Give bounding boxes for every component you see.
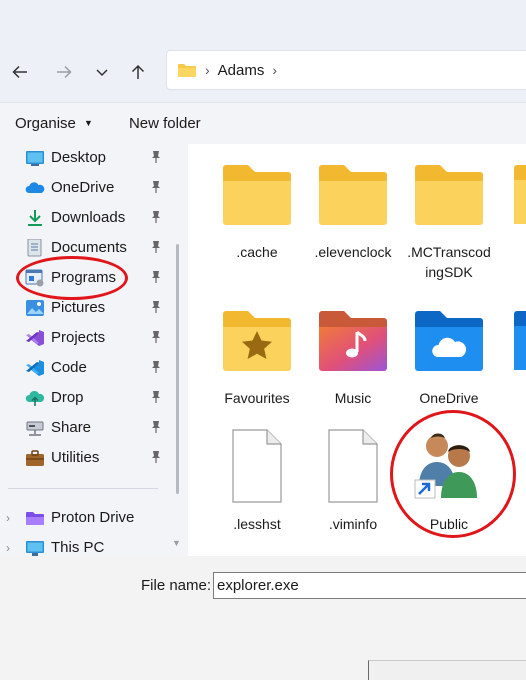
nav-item-this-pc[interactable]: › This PC — [0, 534, 170, 556]
documents-icon — [27, 239, 42, 257]
download-icon — [28, 210, 42, 226]
folder-icon — [223, 165, 291, 225]
breadcrumb-chevron-icon[interactable]: › — [272, 62, 277, 78]
nav-item-drop[interactable]: Drop — [0, 384, 170, 412]
file-name: OneDrive — [419, 390, 479, 406]
nav-label: Drop — [51, 389, 84, 406]
nav-label: Code — [51, 359, 87, 376]
organise-button[interactable]: Organise ▼ — [15, 115, 93, 132]
file-name: .MCTranscodingSDK — [407, 244, 491, 280]
file-name: Music — [334, 390, 372, 406]
navigation-pane: Desktop OneDrive Downloads Documents Pro… — [0, 144, 188, 556]
expand-chevron-icon[interactable]: › — [6, 541, 10, 555]
vscode-icon — [26, 360, 44, 376]
file-name: .cache — [236, 244, 278, 260]
nav-item-downloads[interactable]: Downloads — [0, 204, 170, 232]
briefcase-icon — [26, 450, 44, 466]
breadcrumb-adams[interactable]: Adams — [218, 62, 265, 79]
pin-icon — [152, 421, 160, 433]
programs-icon — [25, 269, 44, 287]
nav-label: Proton Drive — [51, 509, 135, 526]
back-button[interactable] — [6, 58, 34, 86]
recent-locations-button[interactable] — [88, 58, 116, 86]
folder-icon — [415, 165, 483, 225]
file-name: .viminfo — [328, 516, 378, 532]
nav-label: This PC — [51, 539, 105, 556]
nav-item-onedrive[interactable]: OneDrive — [0, 174, 170, 202]
folder-icon — [514, 165, 526, 224]
pin-icon — [152, 331, 160, 343]
file-name-input[interactable] — [213, 572, 526, 599]
nav-item-utilities[interactable]: Utilities — [0, 444, 170, 472]
nav-label: Programs — [51, 269, 117, 286]
nav-scrollbar[interactable] — [176, 244, 179, 494]
favourites-folder-icon — [223, 311, 291, 371]
desktop-icon — [26, 151, 44, 166]
nav-label: Documents — [51, 239, 127, 256]
file-name: .lesshst — [233, 516, 281, 532]
file-name: Favourites — [224, 390, 290, 406]
scroll-down-arrow-icon[interactable]: ▼ — [172, 538, 181, 548]
share-drive-icon — [26, 421, 44, 436]
onedrive-icon — [25, 182, 45, 193]
back-arrow-icon — [12, 65, 27, 79]
breadcrumb-separator-icon: › — [205, 62, 210, 78]
expand-chevron-icon[interactable]: › — [6, 511, 10, 525]
pin-icon — [152, 241, 160, 253]
visual-studio-icon — [26, 330, 44, 346]
this-pc-icon — [26, 541, 44, 556]
window-edge — [368, 660, 526, 680]
caret-down-icon: ▼ — [84, 118, 93, 128]
organise-label: Organise — [15, 115, 76, 132]
pin-icon — [152, 271, 160, 283]
chevron-down-icon — [96, 69, 108, 77]
nav-item-proton-drive[interactable]: › Proton Drive — [0, 504, 170, 532]
address-bar[interactable]: › Adams › — [166, 50, 526, 90]
file-name: .elevenclock — [314, 244, 392, 260]
folder-icon — [319, 165, 387, 225]
proton-drive-icon — [26, 512, 44, 525]
cloud-upload-icon — [25, 390, 45, 406]
folder-icon — [514, 311, 526, 370]
nav-item-projects[interactable]: Projects — [0, 324, 170, 352]
pictures-icon — [26, 300, 44, 316]
music-folder-icon — [319, 311, 387, 371]
blank-file-icon — [232, 429, 282, 503]
pin-icon — [152, 181, 160, 193]
pin-icon — [152, 151, 160, 163]
file-name-label: File name: — [141, 577, 212, 594]
file-name: Public — [429, 516, 469, 532]
nav-item-share[interactable]: Share — [0, 414, 170, 442]
nav-item-desktop[interactable]: Desktop — [0, 144, 170, 172]
nav-label: Share — [51, 419, 92, 436]
nav-label: Projects — [51, 329, 106, 346]
nav-item-programs[interactable]: Programs — [0, 264, 170, 292]
nav-label: Pictures — [51, 299, 106, 316]
pin-icon — [152, 451, 160, 463]
title-area: › Adams › — [0, 0, 526, 102]
nav-label: Utilities — [51, 449, 100, 466]
public-users-icon — [414, 433, 477, 499]
nav-label: Desktop — [51, 149, 107, 166]
nav-label: OneDrive — [51, 179, 115, 196]
new-folder-button[interactable]: New folder — [129, 115, 201, 132]
file-list: .cache .elevenclock .MCTranscodingSDK Fa… — [188, 144, 526, 556]
pin-icon — [152, 391, 160, 403]
nav-divider — [8, 488, 158, 489]
nav-item-pictures[interactable]: Pictures — [0, 294, 170, 322]
nav-item-code[interactable]: Code — [0, 354, 170, 382]
forward-button[interactable] — [50, 58, 78, 86]
blank-file-icon — [328, 429, 378, 503]
nav-item-documents[interactable]: Documents — [0, 234, 170, 262]
up-button[interactable] — [124, 58, 152, 86]
folder-icon — [178, 64, 196, 77]
onedrive-folder-icon — [415, 311, 483, 371]
pin-icon — [152, 211, 160, 223]
pin-icon — [152, 301, 160, 313]
command-bar: Organise ▼ New folder — [0, 102, 526, 144]
up-arrow-icon — [131, 64, 145, 79]
forward-arrow-icon — [57, 65, 72, 79]
pin-icon — [152, 361, 160, 373]
nav-label: Downloads — [51, 209, 126, 226]
